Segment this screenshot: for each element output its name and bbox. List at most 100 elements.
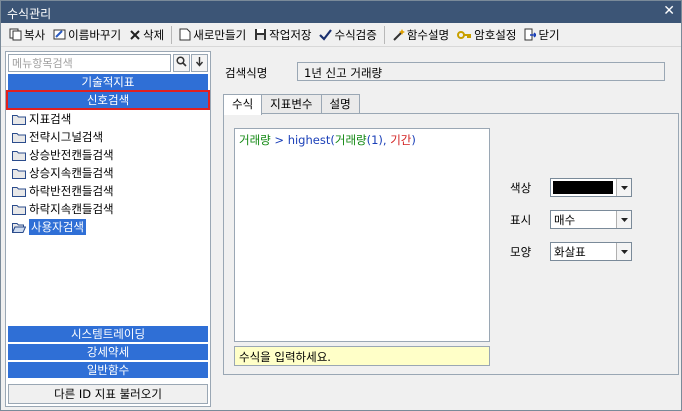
color-swatch (553, 181, 613, 194)
folder-icon (12, 168, 26, 179)
folder-icon (12, 150, 26, 161)
close-label: 닫기 (538, 27, 560, 42)
formula-editor[interactable]: 거래량 > highest(거래량(1), 기간) (234, 128, 490, 342)
load-other-id-button[interactable]: 다른 ID 지표 불러오기 (8, 384, 208, 404)
tab-formula[interactable]: 수식 (223, 94, 263, 115)
key-icon (457, 30, 472, 40)
shape-row: 모양 화살표 (510, 242, 632, 261)
rename-button[interactable]: 이름바꾸기 (49, 25, 125, 45)
tree-item-bullish-reversal-candle[interactable]: 상승반전캔들검색 (8, 146, 208, 164)
formula-token: > (270, 133, 288, 147)
arrow-down-icon (195, 56, 204, 70)
close-icon[interactable]: ✕ (663, 3, 675, 19)
formula-manager-window: 수식관리 ✕ 복사 이름바꾸기 삭제 새로만들기 작업저장 수식검증 함수설명 … (0, 0, 682, 411)
display-value: 매수 (554, 213, 576, 227)
new-button[interactable]: 새로만들기 (175, 25, 250, 45)
tree-item-label: 상승반전캔들검색 (29, 148, 114, 162)
magic-wand-icon (392, 28, 405, 41)
shape-select[interactable]: 화살표 (550, 242, 632, 261)
tab-content: 거래량 > highest(거래량(1), 기간) 수식을 입력하세요. 색상 … (223, 113, 679, 375)
tree-item-label: 하락지속캔들검색 (29, 202, 114, 216)
password-label: 암호설정 (474, 27, 517, 42)
formula-editor-panel: 검색식명 1년 신고 거래량 수식 지표변수 설명 거래량 > highest(… (215, 51, 679, 407)
category-technical-indicators[interactable]: 기술적지표 (8, 74, 208, 90)
formula-token: ) (411, 133, 416, 147)
chevron-down-icon (616, 179, 631, 196)
formula-name-label: 검색식명 (225, 66, 268, 80)
tab-description[interactable]: 설명 (320, 94, 360, 114)
rename-label: 이름바꾸기 (68, 27, 122, 42)
color-picker[interactable] (550, 178, 632, 197)
chevron-down-icon (616, 211, 631, 228)
formula-token: 기간 (390, 133, 412, 147)
folder-icon (12, 186, 26, 197)
tab-indicator-variables[interactable]: 지표변수 (261, 94, 322, 114)
function-help-button[interactable]: 함수설명 (388, 25, 453, 45)
formula-name-field[interactable]: 1년 신고 거래량 (297, 62, 665, 81)
window-title: 수식관리 (7, 7, 52, 21)
menu-search (8, 54, 208, 72)
formula-token: 거래량 (334, 133, 367, 147)
password-button[interactable]: 암호설정 (453, 25, 520, 45)
delete-icon (129, 29, 141, 41)
tree-item-bearish-continuation-candle[interactable]: 하락지속캔들검색 (8, 200, 208, 218)
verify-button[interactable]: 수식검증 (315, 25, 380, 45)
tree-item-label: 사용자검색 (29, 219, 86, 235)
toolbar: 복사 이름바꾸기 삭제 새로만들기 작업저장 수식검증 함수설명 암호설정 닫기 (1, 23, 681, 47)
display-row: 표시 매수 (510, 210, 632, 229)
color-row: 색상 (510, 178, 632, 197)
formula-token: (1), (366, 133, 391, 147)
tree-item-strategy-signal-search[interactable]: 전략시그널검색 (8, 128, 208, 146)
display-label: 표시 (510, 212, 532, 227)
folder-icon (12, 114, 26, 125)
category-strength-weakness[interactable]: 강세약세 (8, 344, 208, 360)
search-down-button[interactable] (191, 54, 208, 72)
formula-hint: 수식을 입력하세요. (234, 346, 490, 366)
category-signal-search[interactable]: 신호검색 (6, 90, 210, 110)
new-label: 새로만들기 (193, 27, 247, 42)
tree-item-label: 전략시그널검색 (29, 130, 104, 144)
folder-icon (12, 204, 26, 215)
function-help-label: 함수설명 (406, 27, 450, 42)
category-general-functions[interactable]: 일반함수 (8, 362, 208, 378)
menu-search-input[interactable] (8, 54, 171, 72)
toolbar-separator (383, 25, 385, 44)
search-icon (176, 56, 187, 70)
tree-item-label: 상승지속캔들검색 (29, 166, 114, 180)
save-icon (254, 28, 267, 41)
shape-value: 화살표 (554, 245, 586, 259)
category-system-trading[interactable]: 시스템트레이딩 (8, 326, 208, 342)
checkmark-icon (319, 28, 333, 41)
title-bar: 수식관리 ✕ (1, 1, 681, 23)
editor-tabs: 수식 지표변수 설명 (223, 94, 360, 115)
toolbar-separator (171, 25, 173, 44)
open-folder-icon (12, 222, 26, 233)
new-file-icon (179, 28, 191, 41)
tree-item-label: 하락반전캔들검색 (29, 184, 114, 198)
save-button[interactable]: 작업저장 (250, 25, 315, 45)
formula-token: 거래량 (239, 133, 271, 147)
formula-token: highest (287, 133, 331, 147)
shape-label: 모양 (510, 244, 532, 259)
tree-item-indicator-search[interactable]: 지표검색 (8, 110, 208, 128)
search-button[interactable] (173, 54, 190, 72)
exit-door-icon (524, 28, 537, 41)
chevron-down-icon (616, 243, 631, 260)
copy-label: 복사 (24, 27, 46, 42)
folder-icon (12, 132, 26, 143)
tree-item-user-search[interactable]: 사용자검색 (8, 218, 208, 236)
category-panel: 기술적지표 신호검색 지표검색 전략시그널검색 상승반전캔들검색 상승지속캔들검… (5, 51, 211, 407)
delete-label: 삭제 (143, 27, 165, 42)
delete-button[interactable]: 삭제 (125, 25, 168, 45)
verify-label: 수식검증 (334, 27, 377, 42)
color-label: 색상 (510, 180, 532, 195)
close-button[interactable]: 닫기 (520, 25, 563, 45)
tree-item-bullish-continuation-candle[interactable]: 상승지속캔들검색 (8, 164, 208, 182)
tree-item-bearish-reversal-candle[interactable]: 하락반전캔들검색 (8, 182, 208, 200)
copy-button[interactable]: 복사 (5, 25, 49, 45)
display-select[interactable]: 매수 (550, 210, 632, 229)
save-label: 작업저장 (269, 27, 312, 42)
copy-icon (9, 28, 22, 41)
signal-search-tree: 지표검색 전략시그널검색 상승반전캔들검색 상승지속캔들검색 하락반전캔들검색 … (8, 110, 208, 236)
rename-icon (53, 28, 66, 41)
